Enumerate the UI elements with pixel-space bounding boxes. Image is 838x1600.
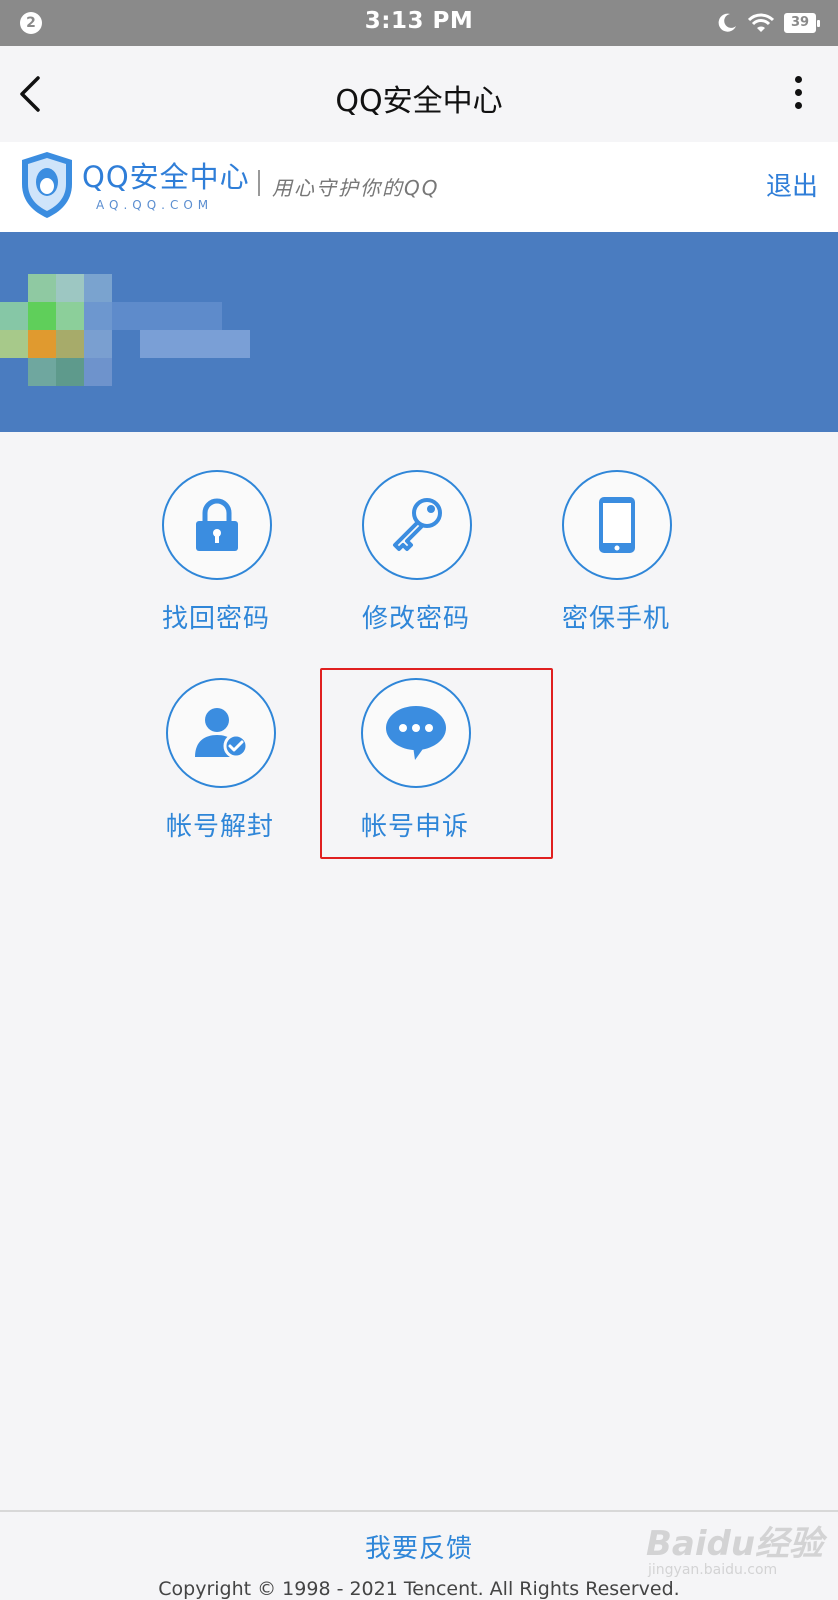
watermark-url: jingyan.baidu.com [648,1562,778,1578]
profile-banner [0,232,838,432]
logout-link[interactable]: 退出 [766,166,818,203]
baidu-watermark: Baidu经验 jingyan.baidu.com [640,1508,830,1588]
brand-slogan: 用心守护你的QQ [272,176,440,200]
grid-item-security-phone[interactable]: 密保手机 [516,470,716,650]
phone-icon [599,497,635,553]
qq-shield-logo-icon [22,152,72,218]
moon-icon [718,13,736,32]
grid-item-label: 找回密码 [161,604,270,634]
chat-bubble-icon [386,706,446,760]
grid-item-label: 帐号申诉 [360,812,469,842]
key-icon [393,498,442,551]
brand-header: QQ安全中心 AQ.QQ.COM 用心守护你的QQ 退出 [0,142,838,232]
grid-item-label: 密保手机 [561,604,670,634]
brand-divider [258,170,260,196]
status-bar: 2 3:13 PM 39 [0,0,838,46]
brand-name: QQ安全中心 [82,160,250,194]
title-bar: QQ安全中心 [0,46,838,142]
grid-item-label: 帐号解封 [165,812,274,842]
page-title: QQ安全中心 [335,84,503,119]
grid-item-icon-circle [162,470,272,580]
grid-item-icon-circle [362,470,472,580]
grid-item-label: 修改密码 [361,604,470,634]
user-check-icon [195,708,249,759]
brand-domain: AQ.QQ.COM [96,198,214,212]
grid-item-unblock-account[interactable]: 帐号解封 [120,678,320,858]
grid-item-icon-circle [361,678,471,788]
lock-icon [196,498,238,551]
watermark-brand: Baidu经验 [646,1524,824,1564]
battery-icon: 39 [784,13,820,33]
grid-item-change-password[interactable]: 修改密码 [316,470,516,650]
grid-item-icon-circle [562,470,672,580]
grid-item-account-appeal[interactable]: 帐号申诉 [315,678,515,858]
wifi-icon [748,13,774,32]
grid-item-icon-circle [166,678,276,788]
more-vertical-icon[interactable] [792,76,804,116]
grid-item-recover-password[interactable]: 找回密码 [116,470,316,650]
status-time: 3:13 PM [364,8,474,34]
